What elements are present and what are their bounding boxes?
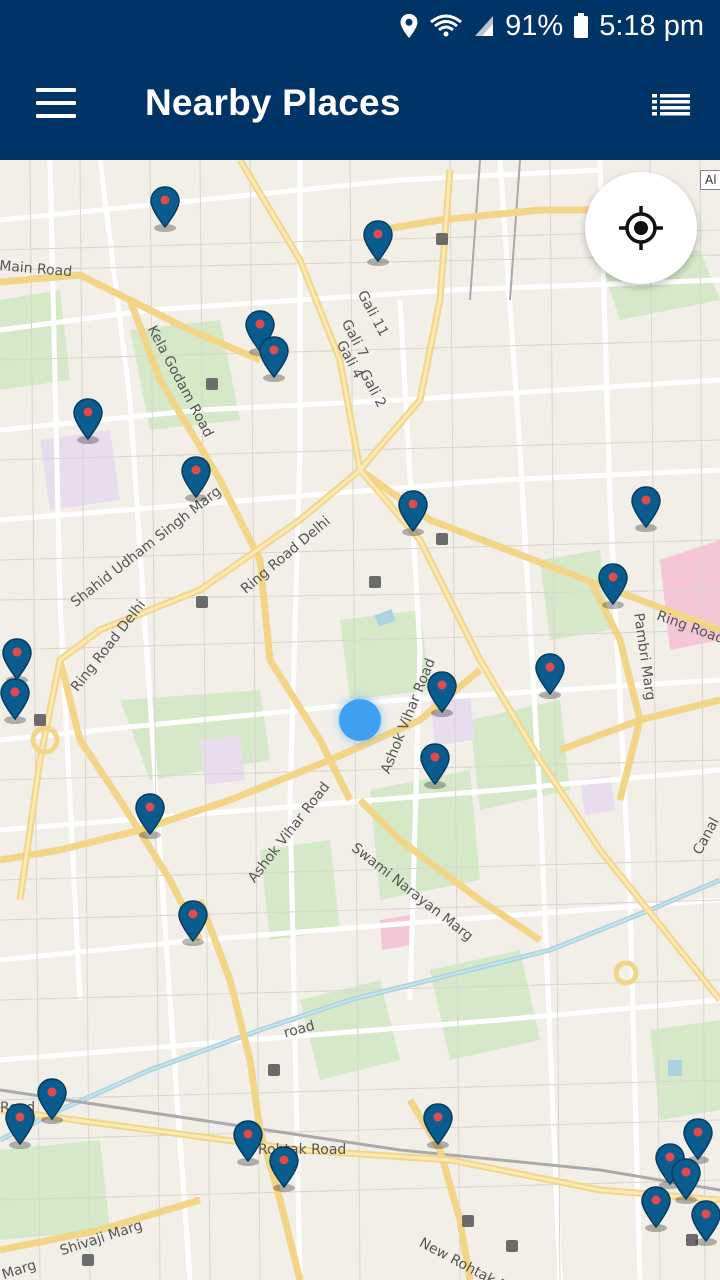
- hamburger-menu-icon[interactable]: [36, 88, 76, 118]
- place-marker-pin[interactable]: [690, 1200, 720, 1246]
- place-marker-pin[interactable]: [180, 456, 212, 502]
- place-marker-pin[interactable]: [0, 678, 31, 724]
- battery-percent: 91%: [505, 9, 564, 42]
- place-marker-pin[interactable]: [534, 653, 566, 699]
- wifi-icon: [429, 13, 463, 39]
- page-title: Nearby Places: [145, 82, 401, 123]
- place-marker-pin[interactable]: [426, 671, 458, 717]
- place-marker-pin[interactable]: [36, 1078, 68, 1124]
- place-marker-pin[interactable]: [362, 220, 394, 266]
- status-bar: 91% 5:18 pm: [0, 0, 720, 52]
- map-view[interactable]: Main Road Kela Godam Road Gali 11 Gali 7…: [0, 160, 720, 1280]
- place-marker-pin[interactable]: [397, 490, 429, 536]
- user-location-dot: [339, 699, 381, 741]
- my-location-icon: [619, 206, 663, 250]
- location-pin-icon: [399, 13, 419, 39]
- place-marker-pin[interactable]: [597, 563, 629, 609]
- place-marker-pin[interactable]: [268, 1146, 300, 1192]
- place-marker-pin[interactable]: [258, 336, 290, 382]
- my-location-button[interactable]: [585, 172, 697, 284]
- place-marker-pin[interactable]: [670, 1158, 702, 1204]
- place-marker-pin[interactable]: [640, 1186, 672, 1232]
- app-bar: Nearby Places: [0, 52, 720, 160]
- status-time: 5:18 pm: [599, 9, 704, 42]
- place-marker-pin[interactable]: [422, 1103, 454, 1149]
- map-attribution: Al: [700, 170, 720, 190]
- place-marker-pin[interactable]: [419, 743, 451, 789]
- place-marker-pin[interactable]: [134, 793, 166, 839]
- list-view-icon[interactable]: [652, 94, 690, 116]
- cell-signal-icon: [473, 14, 495, 38]
- place-marker-pin[interactable]: [177, 900, 209, 946]
- place-marker-pin[interactable]: [72, 398, 104, 444]
- place-marker-pin[interactable]: [149, 186, 181, 232]
- place-marker-pin[interactable]: [630, 486, 662, 532]
- place-marker-pin[interactable]: [232, 1120, 264, 1166]
- battery-icon: [573, 13, 589, 39]
- place-marker-pin[interactable]: [4, 1103, 36, 1149]
